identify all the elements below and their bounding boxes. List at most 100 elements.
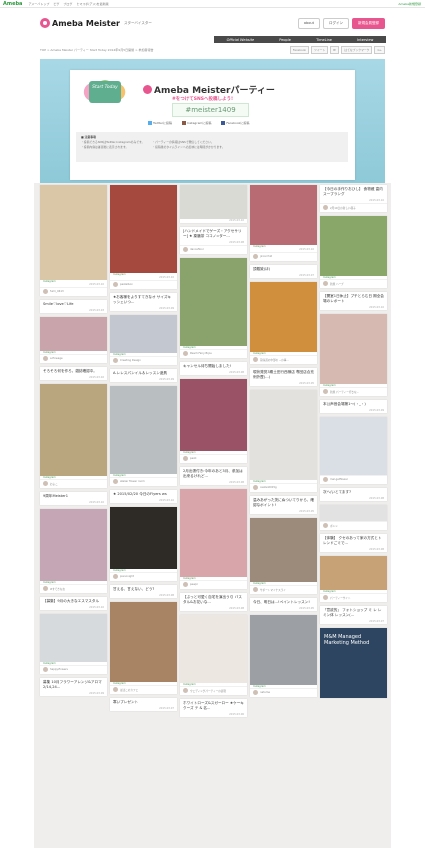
post-photo[interactable] — [110, 315, 177, 353]
author-name[interactable]: ぱぱこのカフェ — [120, 688, 138, 692]
hatena-b-button[interactable]: B! — [330, 46, 340, 54]
avatar[interactable] — [253, 587, 258, 592]
post-card[interactable]: Instagram 2015.03.10 pastelbox — [110, 185, 177, 289]
post-text[interactable]: 今日、明日は…!ペイントレッスン! — [250, 598, 317, 607]
post-text[interactable]: 2月出張付き:今年のあと3月、参加は出来るけれど... — [180, 467, 247, 481]
post-text[interactable]: 【ぶっと可愛く自宅を演出う!】バスタル&お花いな... — [180, 593, 247, 607]
post-text[interactable]: 「意欲的」 フォトショップ ミ レ レミン体 レッスン(... — [320, 606, 387, 620]
post-card[interactable]: Instagram 2015.03.10 fumi_0413 — [40, 185, 107, 296]
avatar[interactable] — [113, 687, 118, 692]
post-card[interactable]: 募集 10月フラワーアレンジ&アロマ 2/14,24... 2015.03.09 — [40, 678, 107, 696]
post-photo[interactable] — [110, 386, 177, 474]
post-author[interactable]: パーティーサイト — [320, 593, 387, 602]
hatena-bookmark-button[interactable]: はてなブックマーク — [341, 46, 373, 54]
post-author[interactable]: サポートマイナスライ — [250, 585, 317, 594]
post-card[interactable]: 温みあがった茨にぬついてりから、確認なポイント! 2015.03.05 — [250, 496, 317, 514]
avatar[interactable] — [323, 595, 328, 600]
author-name[interactable]: 新規 パーティー行きな... — [330, 390, 359, 394]
author-name[interactable]: atelier flower room — [120, 480, 145, 483]
post-text[interactable]: キャンセル待ち開始しました! — [180, 362, 247, 371]
post-card[interactable]: 本公声音会場第1～(・_・) 2015.03.09 — [320, 400, 387, 413]
post-card[interactable]: キャンセル待ち開始しました! 2015.03.08 — [180, 362, 247, 375]
author-name[interactable]: ボンン — [330, 524, 338, 528]
nav-interview[interactable]: Interview — [357, 38, 373, 42]
post-text[interactable]: そろそろ何を作ろ。雑誌確認中。 — [40, 367, 107, 376]
post-card[interactable]: 現状発覚3期土田行西様店 専団店合充例外歴(...) 2015.03.05 — [250, 368, 317, 386]
post-author[interactable]: jiroorchid — [250, 252, 317, 261]
avatar[interactable] — [113, 479, 118, 484]
post-text[interactable]: ホワイトローズ&スガーロー ★ケーキクーズ テ & 名... — [180, 699, 247, 713]
post-card[interactable]: 2015.03.10 — [180, 185, 247, 223]
post-author[interactable]: atelier flower room — [110, 477, 177, 486]
post-card[interactable]: Instagram およこ — [40, 384, 107, 488]
post-photo[interactable] — [250, 390, 317, 480]
avatar[interactable] — [253, 690, 258, 695]
avatar[interactable] — [253, 485, 258, 490]
post-photo[interactable] — [320, 556, 387, 590]
post-author[interactable]: natume — [250, 688, 317, 697]
post-text[interactable]: 現状発覚3期土田行西様店 専団店合充例外歴(...) — [250, 368, 317, 382]
post-card[interactable]: Instagram 新規 パーティー行きな... — [320, 314, 387, 396]
post-author[interactable]: 2月10日の新しい様子 — [320, 203, 387, 212]
avatar[interactable] — [323, 389, 328, 394]
signup-button[interactable]: 新規会員登録 — [352, 17, 385, 29]
post-text[interactable]: A.レレスパンイル＆レッスン遊具 — [110, 369, 177, 378]
post-card[interactable]: [ハンドメイドでゲーズ・アクセサリー] ★ 薬膳茶 ココノ=ター... 2015.… — [180, 227, 247, 254]
avatar[interactable] — [113, 574, 118, 579]
author-name[interactable]: happy.flowers — [50, 668, 68, 671]
post-card[interactable]: Instagram 花咲道の中部の ~の事... — [250, 282, 317, 364]
topbar-link[interactable]: ヒマスポ(アメ)を最新版 — [76, 2, 108, 6]
post-text[interactable]: 甘える、甘えない、どう? — [110, 585, 177, 594]
author-name[interactable]: Peach Fairy Bijou — [190, 352, 212, 355]
post-card[interactable]: 「意欲的」 フォトショップ ミ レ レミン体 レッスン(... 2015.03.0… — [320, 606, 387, 624]
avatar[interactable] — [43, 289, 48, 294]
post-card[interactable]: Instagram pewpr — [180, 489, 247, 589]
post-author[interactable]: a.flowage — [40, 354, 107, 363]
post-photo[interactable] — [180, 185, 247, 219]
topbar-link[interactable]: ブログ — [63, 2, 72, 6]
nav-official-website[interactable]: Official Website — [227, 38, 255, 42]
post-photo[interactable] — [320, 505, 387, 521]
author-name[interactable]: サポートマイナスライ — [260, 588, 286, 592]
author-name[interactable]: ceatsii2015g — [260, 486, 277, 489]
post-author[interactable]: dancefloor — [180, 245, 247, 254]
author-name[interactable]: jiroorchid — [260, 255, 272, 258]
post-card[interactable]: ホワイトローズ&スガーロー ★ケーキクーズ テ & 名... 2015.03.06 — [180, 699, 247, 717]
author-name[interactable]: #すてきなお — [50, 587, 65, 591]
post-author[interactable]: 新規 ハーブ — [320, 279, 387, 288]
post-photo[interactable] — [40, 614, 107, 662]
post-card[interactable]: mal.getflower — [320, 417, 387, 484]
register-link[interactable]: Ameba新規登録 — [398, 2, 421, 6]
post-author[interactable]: ぱぱこのカフェ — [110, 685, 177, 694]
author-name[interactable]: fumi_0413 — [50, 290, 64, 293]
post-card[interactable]: 9周年Meister1 2015.03.10 — [40, 492, 107, 505]
about-button[interactable]: about — [297, 17, 320, 29]
post-text[interactable]: 温みあがった茨にぬついてりから、確認なポイント! — [250, 496, 317, 510]
avatar[interactable] — [253, 357, 258, 362]
avatar[interactable] — [323, 477, 328, 482]
ameba-brand[interactable]: Ameba — [3, 1, 22, 7]
facebook-share-button[interactable]: Facebook — [289, 46, 310, 54]
avatar[interactable] — [323, 523, 328, 528]
author-name[interactable]: natume — [260, 691, 270, 694]
post-photo[interactable] — [180, 615, 247, 683]
post-author[interactable]: 新規 パーティー行きな... — [320, 387, 387, 396]
post-card[interactable]: Instagram 2015.03.10 jiroorchid — [250, 185, 317, 261]
facebook-post-link[interactable]: Facebookに投稿 — [221, 121, 249, 125]
post-card[interactable]: Instagram #すてきなお — [40, 509, 107, 593]
post-card[interactable]: 次へ/いとてます? 2015.03.08 — [320, 488, 387, 501]
post-card[interactable]: 2月出張付き:今年のあと3月、参加は出来るけれど... 2015.03.08 — [180, 467, 247, 485]
post-card[interactable]: Instagram ぱぱこのカフェ — [110, 602, 177, 694]
topbar-link[interactable]: ピグ — [53, 2, 59, 6]
avatar[interactable] — [183, 688, 188, 693]
post-card[interactable]: 今日、明日は…!ペイントレッスン! 2015.03.05 — [250, 598, 317, 611]
post-photo[interactable] — [40, 317, 107, 351]
post-card[interactable]: M&M Managed Marketing Method — [320, 628, 387, 698]
post-card[interactable]: 寒いプレゼント 2015.03.07 — [110, 698, 177, 711]
post-author[interactable]: Peach Fairy Bijou — [180, 349, 247, 358]
post-photo[interactable] — [180, 379, 247, 451]
post-card[interactable]: Instagram natume — [250, 615, 317, 697]
author-name[interactable]: pastelbox — [120, 283, 133, 286]
post-text[interactable]: [ハンドメイドでゲーズ・アクセサリー] ★ 薬膳茶 ココノ=ター... — [180, 227, 247, 241]
post-author[interactable]: happy.flowers — [40, 665, 107, 674]
